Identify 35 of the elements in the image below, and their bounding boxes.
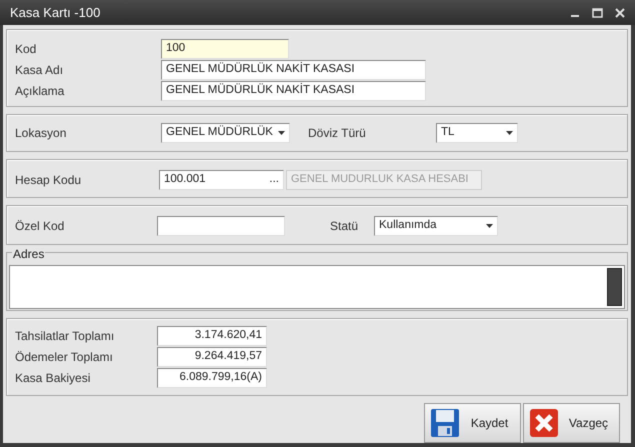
- caret-icon: [486, 224, 493, 228]
- field-label: Lokasyon: [15, 124, 68, 142]
- field-label: Açıklama: [15, 82, 66, 100]
- account-code-field[interactable]: 100.001 ...: [159, 170, 284, 190]
- lookup-button[interactable]: ...: [269, 170, 279, 188]
- field-label: Tahsilatlar Toplamı: [15, 328, 116, 344]
- field-label: Kasa Bakiyesi: [15, 370, 92, 386]
- field-label: Özel Kod: [15, 218, 66, 234]
- account-name-field: GENEL MUDURLUK KASA HESABI: [286, 170, 482, 190]
- field-label: Statü: [330, 218, 360, 234]
- cancel-button[interactable]: Vazgeç: [523, 403, 620, 443]
- field-label: Hesap Kodu: [15, 172, 82, 188]
- location-dropdown[interactable]: GENEL MÜDÜRLÜK: [161, 122, 290, 142]
- save-button[interactable]: Kaydet: [424, 403, 521, 443]
- field-label: Kod: [15, 40, 38, 58]
- text-field[interactable]: 100: [161, 38, 289, 58]
- field-label: Kasa Adı: [15, 62, 64, 78]
- close-icon[interactable]: [615, 8, 625, 18]
- cancel-icon: [529, 408, 559, 438]
- status-dropdown[interactable]: Kullanımda: [374, 216, 498, 236]
- amount-field: 6.089.799,16(A): [157, 368, 267, 388]
- caret-icon: [278, 130, 285, 134]
- scrollbar[interactable]: [607, 268, 622, 306]
- caret-icon: [506, 130, 513, 134]
- currency-dropdown[interactable]: TL: [436, 122, 518, 142]
- address-field[interactable]: [9, 265, 625, 309]
- amount-field: 3.174.620,41: [157, 326, 267, 346]
- maximize-icon[interactable]: [592, 8, 603, 18]
- field-label: Ödemeler Toplamı: [15, 348, 114, 366]
- field-label: Döviz Türü: [308, 124, 367, 142]
- window-title: Kasa Kartı -100: [10, 4, 102, 22]
- amount-field: 9.264.419,57: [157, 346, 267, 366]
- text-field[interactable]: GENEL MÜDÜRLÜK NAKİT KASASI: [161, 60, 426, 80]
- text-field[interactable]: [157, 216, 285, 236]
- text-field[interactable]: GENEL MÜDÜRLÜK NAKİT KASASI: [161, 80, 426, 100]
